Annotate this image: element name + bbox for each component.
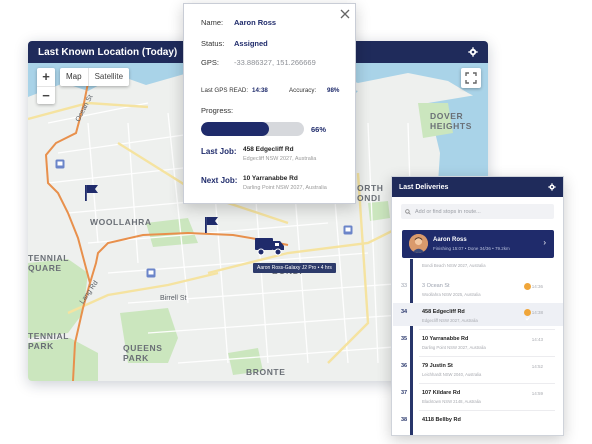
check-icon [524,309,531,321]
label-woollahra: WOOLLAHRA [90,217,152,227]
stop-address: 4118 Bellby Rd [422,417,461,423]
map-type-toggle: Map Satellite [60,68,130,86]
app-stage: Last Known Location (Today) DOVER HEIGHT… [0,0,592,444]
stop-subaddress: Bondi Beach NSW 2027, Australia [422,263,486,268]
last-job-address: 458 Edgecliff Rd [243,146,294,153]
label-centennial-square: TENNIAL QUARE [28,253,70,273]
close-icon[interactable] [338,7,352,21]
name-label: Name: [201,18,224,27]
stop-number: 37 [401,390,408,396]
stop-subaddress: Woollahra NSW 2025, Australia [422,292,481,297]
stop-subaddress: Edgecliff NSW 2027, Australia [422,318,478,323]
transit-stop-icon [55,159,65,169]
stop-time: 14:36 [531,284,543,289]
avatar [409,234,428,253]
last-job-label: Last Job: [201,147,237,156]
stop-number: 33 [401,283,408,289]
stop-subaddress: Leichhardt NSW 2040, Australia [422,372,482,377]
fullscreen-button[interactable] [461,68,481,88]
stop-address: 3 Ocean St [422,283,450,289]
flag-icon[interactable] [204,216,220,234]
status-row: Status: Assigned [201,39,268,48]
driver-info-popup: Name: Aaron Ross Status: Assigned GPS: -… [183,3,356,204]
next-job-subaddress: Darling Point NSW 2027, Australia [243,185,327,191]
chevron-right-icon: › [543,238,546,247]
stop-search [401,204,554,219]
flag-icon[interactable] [84,184,100,202]
label-bronte: BRONTE [246,367,286,377]
panel-header: Last Deliveries [392,177,563,197]
gps-value: -33.886327, 151.266669 [234,58,316,67]
stop-number: 38 [401,417,408,423]
last-deliveries-panel: Last Deliveries Add or find stops in rou… [391,176,564,436]
stop-number: 36 [401,363,408,369]
transit-stop-icon [146,268,156,278]
label-queens-park: QUEENS PARK [123,343,163,363]
stop-address: 79 Justin St [422,363,453,369]
divider [419,356,555,357]
progress-bar [201,122,304,136]
stop-time: 14:43 [531,337,543,342]
progress-bar-fill [201,122,269,136]
next-job-label: Next Job: [201,176,238,185]
route-timeline [410,259,413,435]
panel-title: Last Deliveries [399,183,449,191]
stop-number: 35 [401,336,408,342]
name-row: Name: Aaron Ross [201,18,276,27]
driver-name: Aaron Ross [433,237,467,243]
gps-label: GPS: [201,58,219,67]
gear-icon[interactable] [548,183,556,191]
stop-time: 14:38 [531,310,543,315]
stop-address: 458 Edgecliff Rd [422,309,465,315]
map-type-satellite[interactable]: Satellite [87,68,129,86]
accuracy-label: Accuracy: [289,87,317,94]
last-gps-value: 14:38 [252,87,268,94]
gear-icon[interactable] [468,47,478,57]
status-value: Assigned [234,39,268,48]
zoom-control: + − [37,68,55,104]
divider [419,383,555,384]
driver-stats: Finishing 15:07 • Done 34/36 • 79.2km [433,246,510,251]
gps-row: GPS: -33.886327, 151.266669 [201,58,316,67]
stop-time: 14:52 [531,364,543,369]
driver-card[interactable]: Aaron Ross Finishing 15:07 • Done 34/36 … [402,230,554,258]
divider [419,410,555,411]
last-gps-label: Last GPS READ: [201,87,249,94]
stop-address: 107 Kildare Rd [422,390,461,396]
accuracy-value: 98% [327,87,340,94]
zoom-in-button[interactable]: + [37,68,55,86]
stop-time: 14:59 [531,391,543,396]
transit-stop-icon [343,225,353,235]
progress-percent: 66% [311,125,327,134]
check-icon [524,283,531,295]
truck-icon[interactable] [254,235,286,257]
stop-address: 10 Yarranabbe Rd [422,336,469,342]
next-job-address: 10 Yarranabbe Rd [243,175,298,182]
progress-label: Progress: [201,106,234,115]
name-value: Aaron Ross [234,18,277,27]
divider [419,329,555,330]
stop-subaddress: Darling Point NSW 2027, Australia [422,345,486,350]
last-job-subaddress: Edgecliff NSW 2027, Australia [243,156,317,162]
stop-subaddress: Blacktown NSW 2148, Australia [422,399,481,404]
label-dover-heights: DOVER HEIGHTS [430,111,472,131]
search-icon [405,208,411,215]
label-birrell-st: Birrell St [160,295,187,302]
zoom-out-button[interactable]: − [37,86,55,104]
label-north-bondi: ORTH ONDI [357,183,384,203]
status-label: Status: [201,39,225,48]
fullscreen-icon [465,72,477,84]
stop-search-input[interactable] [415,208,545,215]
map-title: Last Known Location (Today) [38,46,178,58]
last-gps-row: Last GPS READ: 14:38 Accuracy: 98% [201,87,339,94]
vehicle-tag: Aaron Ross-Galaxy J2 Pro • 4 hrs [253,263,336,273]
map-type-map[interactable]: Map [60,68,88,86]
stop-number: 34 [401,309,408,315]
label-centennial-park: TENNIAL PARK [28,331,70,351]
